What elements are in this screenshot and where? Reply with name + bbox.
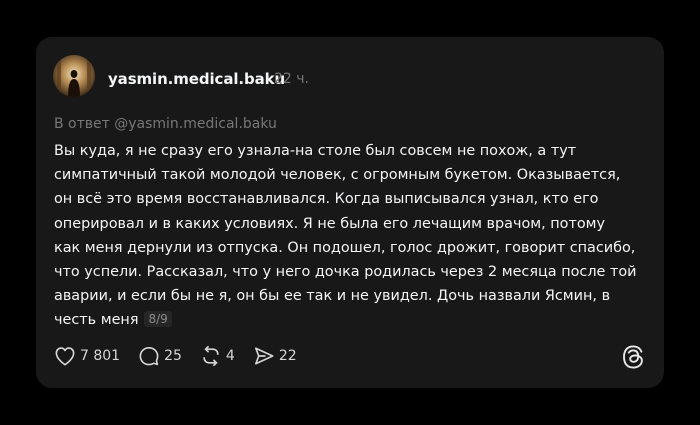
comment-count: 25	[164, 348, 182, 364]
action-bar: 7 801 25 4 22	[54, 344, 315, 368]
username[interactable]: yasmin.medical.baku	[108, 70, 285, 88]
like-button[interactable]: 7 801	[54, 346, 120, 366]
repost-icon	[203, 346, 219, 366]
post-body: Вы куда, я не сразу его узнала-на столе …	[54, 139, 650, 333]
send-icon	[254, 347, 274, 365]
threads-logo-icon[interactable]	[622, 345, 644, 369]
share-count: 22	[278, 348, 297, 364]
reply-to-label[interactable]: В ответ @yasmin.medical.baku	[54, 116, 277, 132]
comment-button[interactable]: 25	[138, 346, 182, 366]
page-indicator-badge: 8/9	[144, 311, 172, 328]
timestamp: 22 ч.	[274, 71, 309, 87]
avatar[interactable]	[53, 55, 95, 97]
post-text: Вы куда, я не сразу его узнала-на столе …	[54, 143, 637, 329]
post-card: yasmin.medical.baku 22 ч. В ответ @yasmi…	[36, 37, 664, 388]
like-count: 7 801	[80, 348, 121, 364]
share-button[interactable]: 22	[253, 346, 297, 366]
comment-bubble-icon	[139, 347, 159, 366]
heart-icon	[55, 347, 75, 366]
repost-count: 4	[225, 348, 235, 364]
repost-button[interactable]: 4	[200, 346, 235, 366]
avatar-image	[53, 55, 95, 97]
